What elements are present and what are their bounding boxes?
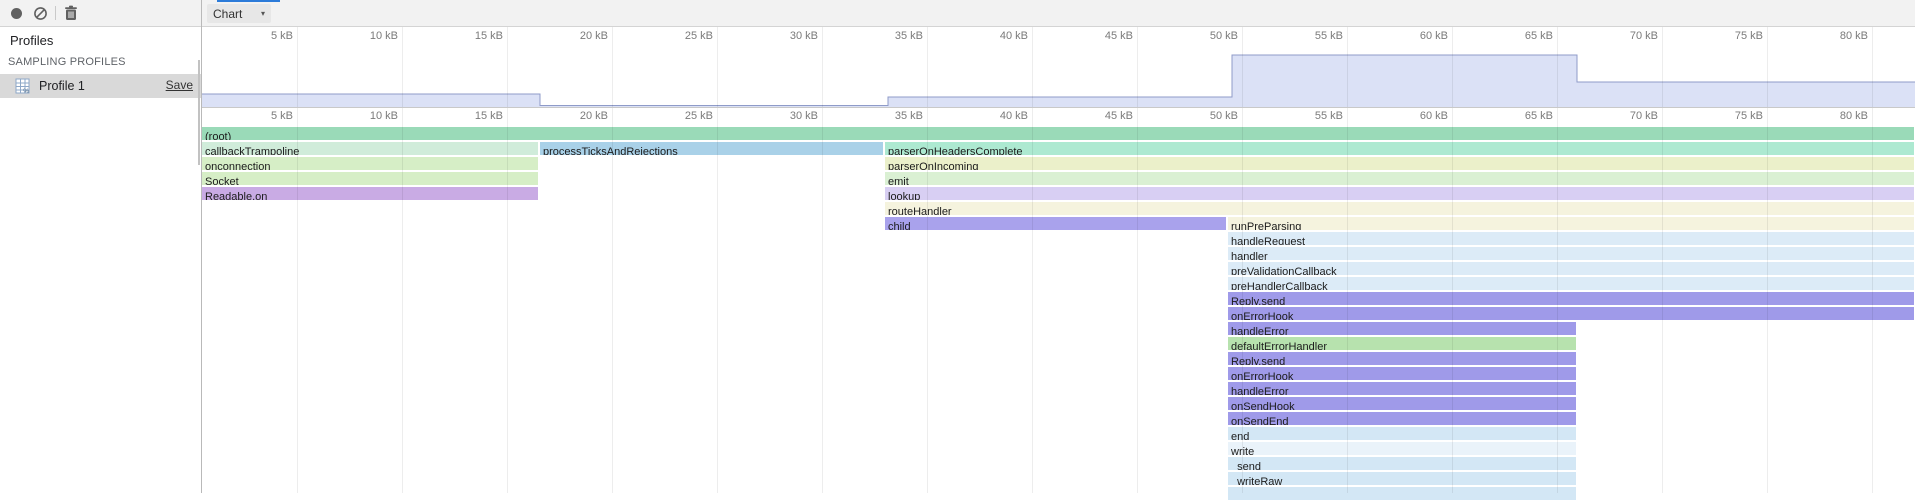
overview-ruler-label: 5 kB bbox=[271, 30, 293, 42]
flame-bar-label: preHandlerCallback bbox=[1228, 281, 1328, 290]
flame-bar-label: handleError bbox=[1228, 326, 1288, 335]
overview-ruler-label: 40 kB bbox=[1000, 30, 1028, 42]
flame-ruler-label: 20 kB bbox=[580, 110, 608, 122]
flame-bar-label: routeHandler bbox=[885, 206, 952, 215]
overview-ruler-label: 80 kB bbox=[1840, 30, 1868, 42]
overview-ruler-label: 10 kB bbox=[370, 30, 398, 42]
overview-gridline bbox=[402, 27, 403, 107]
flame-gridline bbox=[1452, 107, 1453, 493]
flame-ruler-label: 55 kB bbox=[1315, 110, 1343, 122]
flame-bar-label: onSendHook bbox=[1228, 401, 1295, 410]
overview-gridline bbox=[927, 27, 928, 107]
flame-bar-label: processTicksAndRejections bbox=[540, 146, 678, 155]
flame-bar-label: preValidationCallback bbox=[1228, 266, 1337, 275]
flame-gridline bbox=[1347, 107, 1348, 493]
overview-gridline bbox=[1032, 27, 1033, 107]
flame-ruler-label: 70 kB bbox=[1630, 110, 1658, 122]
flame-bar-label: end bbox=[1228, 431, 1249, 440]
flame-bar-label: _send bbox=[1228, 461, 1261, 470]
flame-bar-label: onErrorHook bbox=[1228, 371, 1293, 380]
flame-gridline bbox=[1662, 107, 1663, 493]
overview-gridline bbox=[1137, 27, 1138, 107]
flame-gridline bbox=[1872, 107, 1873, 493]
overview-gridline bbox=[1767, 27, 1768, 107]
flame-bar-label: handleError bbox=[1228, 386, 1288, 395]
flame-bar-label: Reply.send bbox=[1228, 356, 1285, 365]
overview-ruler-label: 60 kB bbox=[1420, 30, 1448, 42]
flame-ruler-label: 25 kB bbox=[685, 110, 713, 122]
flame-ruler-label: 15 kB bbox=[475, 110, 503, 122]
overview-gridline bbox=[1662, 27, 1663, 107]
overview-ruler-label: 70 kB bbox=[1630, 30, 1658, 42]
flame-bar-label: onconnection bbox=[202, 161, 270, 170]
flame-bar-label: Socket bbox=[202, 176, 239, 185]
overview-gridline bbox=[1452, 27, 1453, 107]
overview-ruler-label: 75 kB bbox=[1735, 30, 1763, 42]
flame-bar-label: handleRequest bbox=[1228, 236, 1305, 245]
overview-gridline bbox=[822, 27, 823, 107]
flame-gridline bbox=[1032, 107, 1033, 493]
overview-ruler-label: 45 kB bbox=[1105, 30, 1133, 42]
flame-ruler-label: 30 kB bbox=[790, 110, 818, 122]
flame-ruler-label: 60 kB bbox=[1420, 110, 1448, 122]
overview-gridline bbox=[1872, 27, 1873, 107]
flame-bar-label: write_ bbox=[1228, 446, 1260, 455]
flame-bar-label: emit bbox=[885, 176, 909, 185]
overview-gridline bbox=[1242, 27, 1243, 107]
overview-gridline bbox=[1347, 27, 1348, 107]
overview-ruler-label: 30 kB bbox=[790, 30, 818, 42]
overview-ruler-label: 20 kB bbox=[580, 30, 608, 42]
flame-ruler-label: 65 kB bbox=[1525, 110, 1553, 122]
flame-ruler-label: 80 kB bbox=[1840, 110, 1868, 122]
flame-ruler-label: 45 kB bbox=[1105, 110, 1133, 122]
flame-gridline bbox=[612, 107, 613, 493]
overview-ruler-label: 65 kB bbox=[1525, 30, 1553, 42]
overview-gridline bbox=[612, 27, 613, 107]
flame-gridline bbox=[822, 107, 823, 493]
flame-ruler-label: 10 kB bbox=[370, 110, 398, 122]
flame-gridline bbox=[1767, 107, 1768, 493]
flame-bar-label: handler bbox=[1228, 251, 1268, 260]
allocation-overview-chart[interactable] bbox=[0, 0, 1915, 493]
flame-bar-label: Readable.on bbox=[202, 191, 267, 200]
flame-bar-label: runPreParsing bbox=[1228, 221, 1301, 230]
flame-bar-label: (root) bbox=[202, 131, 231, 140]
flame-bar-label: parserOnIncoming bbox=[885, 161, 979, 170]
flame-bar-label: onErrorHook bbox=[1228, 311, 1293, 320]
flame-ruler-label: 75 kB bbox=[1735, 110, 1763, 122]
overview-gridline bbox=[717, 27, 718, 107]
flame-gridline bbox=[402, 107, 403, 493]
flame-gridline bbox=[507, 107, 508, 493]
flame-bar-label: callbackTrampoline bbox=[202, 146, 299, 155]
flame-bar-label: lookup bbox=[885, 191, 920, 200]
flame-bar-label: _writeRaw bbox=[1228, 476, 1282, 485]
flame-bar-label: onSendEnd bbox=[1228, 416, 1289, 425]
flame-gridline bbox=[297, 107, 298, 493]
flame-ruler-label: 50 kB bbox=[1210, 110, 1238, 122]
overview-flame-divider bbox=[202, 107, 1915, 108]
flame-ruler-label: 5 kB bbox=[271, 110, 293, 122]
flame-gridline bbox=[1137, 107, 1138, 493]
overview-ruler-label: 55 kB bbox=[1315, 30, 1343, 42]
overview-gridline bbox=[507, 27, 508, 107]
overview-gridline bbox=[1557, 27, 1558, 107]
flame-gridline bbox=[1557, 107, 1558, 493]
flame-bar-label: defaultErrorHandler bbox=[1228, 341, 1327, 350]
flame-gridline bbox=[717, 107, 718, 493]
overview-ruler-label: 15 kB bbox=[475, 30, 503, 42]
flame-bar-label: child bbox=[885, 221, 911, 230]
flame-bar-label: parserOnHeadersComplete bbox=[885, 146, 1023, 155]
overview-gridline bbox=[297, 27, 298, 107]
flame-ruler-label: 40 kB bbox=[1000, 110, 1028, 122]
overview-ruler-label: 25 kB bbox=[685, 30, 713, 42]
flame-ruler-label: 35 kB bbox=[895, 110, 923, 122]
flame-bar-label: Reply.send bbox=[1228, 296, 1285, 305]
overview-ruler-label: 50 kB bbox=[1210, 30, 1238, 42]
overview-ruler-label: 35 kB bbox=[895, 30, 923, 42]
